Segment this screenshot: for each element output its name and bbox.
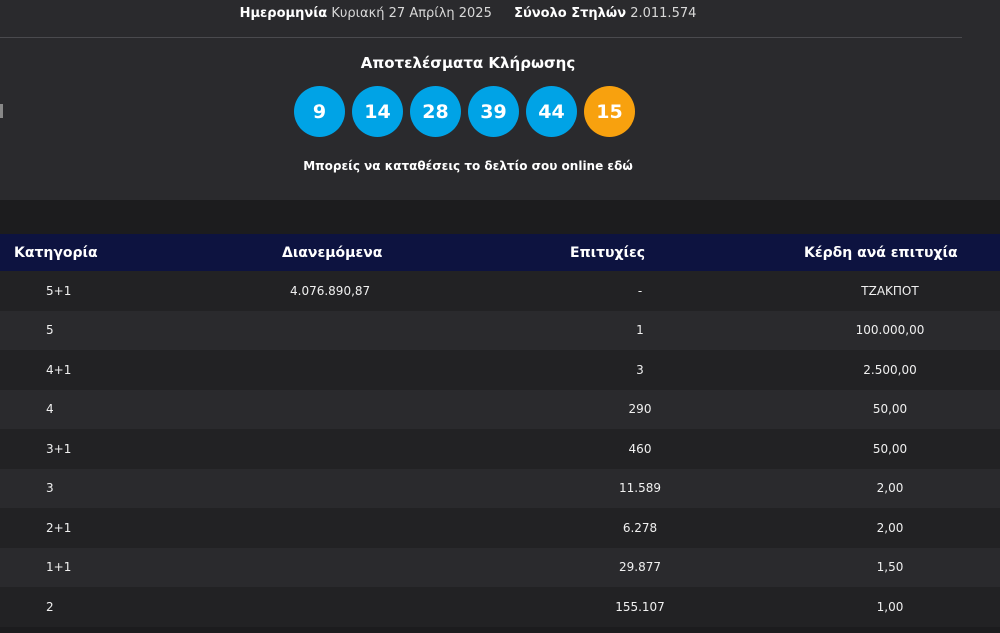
draw-info-line: Ημερομηνία Κυριακή 27 Απρίλη 2025 Σύνολο… xyxy=(0,6,936,21)
row-distributed xyxy=(110,468,550,508)
header-distributed: Διανεμόμενα xyxy=(110,234,550,271)
left-edge-handle[interactable] xyxy=(0,104,3,118)
columns-label: Σύνολο Στηλών xyxy=(514,6,627,21)
row-distributed xyxy=(110,310,550,350)
row-winners: 3 xyxy=(550,350,770,390)
bonus-ball: 15 xyxy=(584,86,635,137)
prize-table: Κατηγορία Διανεμόμενα Επιτυχίες Κέρδη αν… xyxy=(0,234,1000,627)
row-category: 3 xyxy=(0,468,110,508)
results-title: Αποτελέσματα Κλήρωσης xyxy=(360,54,576,72)
columns-value: 2.011.574 xyxy=(630,6,697,21)
number-ball: 28 xyxy=(410,86,461,137)
row-category: 3+1 xyxy=(0,429,110,469)
date-label: Ημερομηνία xyxy=(239,6,328,21)
row-prize: 1,50 xyxy=(770,547,1000,587)
row-category: 1+1 xyxy=(0,547,110,587)
table-header-row: Κατηγορία Διανεμόμενα Επιτυχίες Κέρδη αν… xyxy=(0,234,1000,271)
row-distributed xyxy=(110,587,550,627)
row-distributed xyxy=(110,508,550,548)
number-ball: 39 xyxy=(468,86,519,137)
row-category: 4 xyxy=(0,389,110,429)
row-category: 2+1 xyxy=(0,508,110,548)
row-winners: 290 xyxy=(550,389,770,429)
row-prize: 2,00 xyxy=(770,468,1000,508)
table-row: 2 155.107 1,00 xyxy=(0,587,1000,627)
row-distributed xyxy=(110,350,550,390)
table-row: 3+1 460 50,00 xyxy=(0,429,1000,469)
number-ball: 44 xyxy=(526,86,577,137)
date-value: Κυριακή 27 Απρίλη 2025 xyxy=(331,6,492,21)
winning-numbers: 9 14 28 39 44 15 xyxy=(294,86,635,137)
row-distributed: 4.076.890,87 xyxy=(110,271,550,311)
table-row: 5 1 100.000,00 xyxy=(0,310,1000,350)
row-winners: 6.278 xyxy=(550,508,770,548)
row-distributed xyxy=(110,429,550,469)
table-row: 4 290 50,00 xyxy=(0,389,1000,429)
row-prize: 50,00 xyxy=(770,429,1000,469)
row-prize: 2.500,00 xyxy=(770,350,1000,390)
row-prize: 1,00 xyxy=(770,587,1000,627)
table-row: 3 11.589 2,00 xyxy=(0,468,1000,508)
row-prize: ΤΖΑΚΠΟΤ xyxy=(770,271,1000,311)
number-ball: 14 xyxy=(352,86,403,137)
table-row: 4+1 3 2.500,00 xyxy=(0,350,1000,390)
row-category: 5+1 xyxy=(0,271,110,311)
header-category: Κατηγορία xyxy=(0,234,110,271)
row-category: 5 xyxy=(0,310,110,350)
row-category: 2 xyxy=(0,587,110,627)
row-distributed xyxy=(110,547,550,587)
number-ball: 9 xyxy=(294,86,345,137)
row-category: 4+1 xyxy=(0,350,110,390)
row-winners: 1 xyxy=(550,310,770,350)
header-prize-per-winner: Κέρδη ανά επιτυχία xyxy=(770,234,1000,271)
draw-results-panel: Ημερομηνία Κυριακή 27 Απρίλη 2025 Σύνολο… xyxy=(0,0,1000,200)
row-prize: 50,00 xyxy=(770,389,1000,429)
row-winners: 460 xyxy=(550,429,770,469)
table-row: 2+1 6.278 2,00 xyxy=(0,508,1000,548)
row-winners: - xyxy=(550,271,770,311)
row-winners: 29.877 xyxy=(550,547,770,587)
divider xyxy=(0,37,962,38)
online-submit-link[interactable]: Μπορείς να καταθέσεις το δελτίο σου onli… xyxy=(0,159,936,173)
row-distributed xyxy=(110,389,550,429)
table-row: 1+1 29.877 1,50 xyxy=(0,547,1000,587)
table-row: 5+1 4.076.890,87- ΤΖΑΚΠΟΤ xyxy=(0,271,1000,311)
row-prize: 2,00 xyxy=(770,508,1000,548)
row-prize: 100.000,00 xyxy=(770,310,1000,350)
header-winners: Επιτυχίες xyxy=(550,234,770,271)
row-winners: 11.589 xyxy=(550,468,770,508)
row-winners: 155.107 xyxy=(550,587,770,627)
